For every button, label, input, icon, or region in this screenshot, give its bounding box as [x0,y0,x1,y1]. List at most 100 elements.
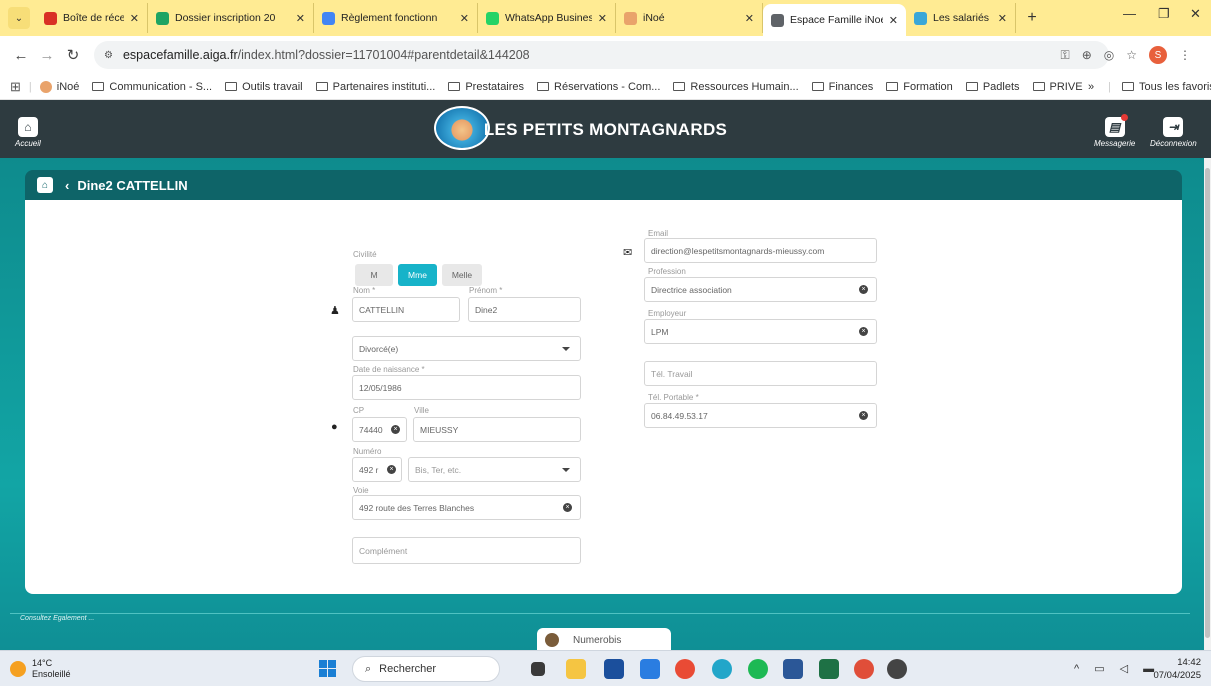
page-scrollbar[interactable] [1204,158,1211,650]
close-tab-icon[interactable]: ✕ [998,12,1007,25]
app-icon[interactable] [854,659,874,679]
browser-tab[interactable]: Dossier inscription 20 ✕ [148,3,314,33]
tel-portable-input[interactable]: 06.84.49.53.17 × [644,403,877,428]
browser-tab[interactable]: Boîte de réception (2✕ [36,3,148,33]
ville-label: Ville [414,406,429,415]
close-tab-icon[interactable]: ✕ [460,12,469,25]
sun-icon [10,661,26,677]
store-icon[interactable] [640,659,660,679]
clear-icon[interactable]: × [859,285,868,294]
system-tray-icons[interactable]: ^ ▭ ◁ ▬ [1074,662,1160,675]
chrome-icon[interactable] [675,659,695,679]
bookmark-item[interactable]: Ressources Humain... [673,81,799,93]
civilite-m[interactable]: M [355,264,393,286]
bookmark-item[interactable]: Finances [811,81,873,93]
bookmark-item[interactable]: iNoé [39,80,79,93]
restore-icon[interactable]: ❐ [1158,6,1170,22]
civilite-melle[interactable]: Melle [442,264,482,286]
task-view-icon[interactable] [531,662,545,676]
naissance-label: Date de naissance * [353,365,425,374]
windows-start-icon[interactable] [319,660,337,678]
close-tab-icon[interactable]: ✕ [296,12,305,25]
browser-tab[interactable]: Règlement fonctionn ✕ [314,3,478,33]
weather-widget[interactable]: 14°C Ensoleillé [10,658,71,680]
bookmark-item[interactable]: Padlets [965,81,1020,93]
card-header: ⌂ ‹ Dine2 CATTELLIN [25,170,1182,200]
email-input[interactable]: direction@lespetitsmontagnards-mieussy.c… [644,238,877,263]
all-favorites-folder[interactable]: Tous les favoris [1122,81,1211,93]
bookmarks-more[interactable]: » [1088,81,1094,93]
bis-ter-select[interactable]: Bis, Ter, etc. [408,457,581,482]
bookmark-item[interactable]: Partenaires instituti... [315,81,435,93]
bookmark-item[interactable]: Formation [886,81,953,93]
numero-input[interactable]: 492 r × [352,457,402,482]
tab-favicon-icon [44,11,57,25]
voie-label: Voie [353,486,369,495]
close-window-icon[interactable]: ✕ [1190,6,1201,22]
bookmark-item[interactable]: Prestataires [448,81,524,93]
cp-input[interactable]: 74440 × [352,417,407,442]
browser-tab[interactable]: iNoé ✕ [616,3,763,33]
browser-tab[interactable]: WhatsApp Business ✕ [478,3,616,33]
taskbar-search-input[interactable]: ⌕ Rechercher [352,656,500,682]
profile-avatar[interactable]: S [1149,46,1167,64]
canva-icon[interactable] [712,659,732,679]
password-key-icon[interactable]: ⚿ [1061,48,1070,63]
browser-tab[interactable]: Les salariés – lespetit✕ [906,3,1016,33]
bookmark-item[interactable]: PRIVE [1032,81,1083,93]
close-tab-icon[interactable]: ✕ [598,12,607,25]
close-tab-icon[interactable]: ✕ [745,12,754,25]
minimize-icon[interactable]: — [1123,6,1136,21]
clear-icon[interactable]: × [859,327,868,336]
clear-icon[interactable]: × [859,411,868,420]
spotify-icon[interactable] [748,659,768,679]
browser-tab[interactable]: Espace Famille iNoe ✕ [763,4,906,36]
close-tab-icon[interactable]: ✕ [130,12,139,25]
file-explorer-icon[interactable] [566,659,586,679]
complement-input[interactable]: Complément [352,537,581,564]
tel-travail-input[interactable]: Tél. Travail [644,361,877,386]
civilite-mme[interactable]: Mme [398,264,437,286]
browser-menu-icon[interactable]: ⋮ [1179,48,1191,62]
clear-icon[interactable]: × [387,465,396,474]
employeur-input[interactable]: LPM × [644,319,877,344]
bookmark-item[interactable]: Réservations - Com... [537,81,660,93]
birthdate-input[interactable]: 12/05/1986 [352,375,581,400]
clear-icon[interactable]: × [563,503,572,512]
scrollbar-thumb[interactable] [1205,168,1210,638]
ville-input[interactable]: MIEUSSY [413,417,581,442]
eye-off-icon[interactable]: ◎ [1104,48,1114,62]
situation-select[interactable]: Divorcé(e) [352,336,581,361]
tab-search-chevron-icon[interactable]: ⌄ [8,7,30,29]
voie-input[interactable]: 492 route des Terres Blanches × [352,495,581,520]
clock[interactable]: 14:42 07/04/2025 [1153,656,1201,682]
url-input[interactable]: ⚙ espacefamille.aiga.fr/index.html?dossi… [94,41,1109,69]
prenom-input[interactable]: Dine2 [468,297,581,322]
back-chevron-icon[interactable]: ‹ [65,178,69,193]
excel-icon[interactable] [819,659,839,679]
star-bookmark-icon[interactable]: ☆ [1126,48,1137,62]
clear-icon[interactable]: × [391,425,400,434]
new-tab-button[interactable]: + [1020,6,1044,30]
bookmark-item[interactable]: Outils travail [225,81,303,93]
chatgpt-icon[interactable] [887,659,907,679]
close-tab-icon[interactable]: ✕ [889,14,898,27]
site-info-icon[interactable]: ⚙ [104,50,113,61]
nom-input[interactable]: CATTELLIN [352,297,460,322]
reload-icon[interactable]: ↻ [62,46,84,64]
numerobis-tab[interactable]: Numerobis [537,628,671,652]
back-icon[interactable]: ← [10,47,32,64]
folder-icon [92,82,105,91]
forward-icon[interactable]: → [36,47,58,64]
bookmark-item[interactable]: Communication - S... [92,81,212,93]
profession-input[interactable]: Directrice association × [644,277,877,302]
apps-grid-icon[interactable]: ⊞ [10,79,21,95]
zoom-icon[interactable]: ⊕ [1082,48,1092,62]
calendar-app-icon[interactable] [604,659,624,679]
app-viewport: ⌂ Accueil LES PETITS MONTAGNARDS ▤ Messa… [0,100,1211,652]
card-home-icon[interactable]: ⌂ [37,177,53,193]
folder-icon [1032,82,1045,91]
word-icon[interactable] [783,659,803,679]
logout-button[interactable]: ⇥ Déconnexion [1150,117,1197,148]
messages-button[interactable]: ▤ Messagerie [1094,114,1135,148]
